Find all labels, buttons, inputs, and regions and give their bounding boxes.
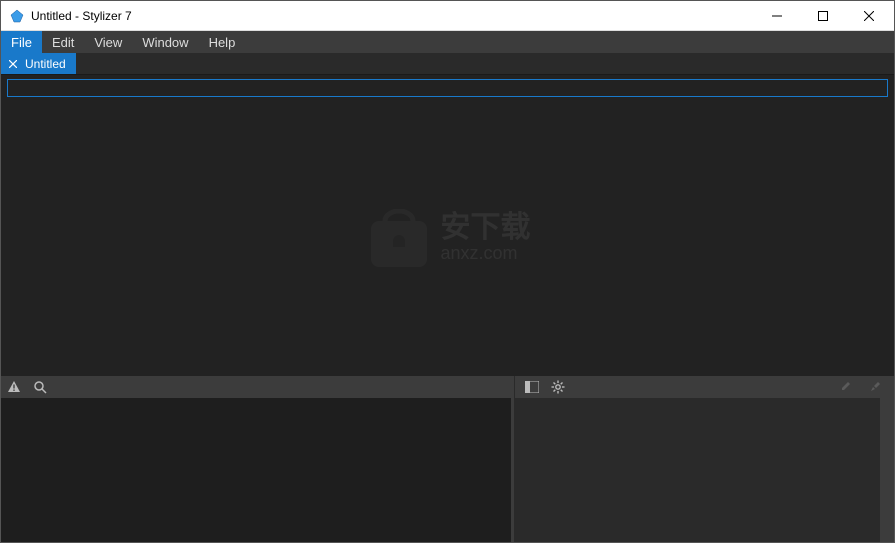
tabbar: Untitled bbox=[1, 53, 894, 75]
eyedropper-icon[interactable] bbox=[832, 376, 858, 398]
window-controls bbox=[754, 1, 892, 31]
close-button[interactable] bbox=[846, 1, 892, 31]
app-window: Untitled - Stylizer 7 File Edit View Win… bbox=[0, 0, 895, 543]
watermark-text: 安下载 bbox=[441, 213, 531, 243]
menubar: File Edit View Window Help bbox=[1, 31, 894, 53]
toolbar-left-group bbox=[1, 376, 53, 398]
panels-container bbox=[1, 398, 894, 542]
window-title: Untitled - Stylizer 7 bbox=[31, 9, 754, 23]
minimize-button[interactable] bbox=[754, 1, 800, 31]
menu-edit[interactable]: Edit bbox=[42, 31, 84, 53]
titlebar: Untitled - Stylizer 7 bbox=[1, 1, 894, 31]
right-panel-content bbox=[514, 398, 880, 542]
selector-input[interactable] bbox=[7, 79, 888, 97]
scrollbar[interactable] bbox=[880, 398, 894, 542]
menu-view[interactable]: View bbox=[84, 31, 132, 53]
toolbar-right-group bbox=[514, 376, 894, 398]
warning-icon[interactable] bbox=[1, 376, 27, 398]
watermark: 安下载 anxz.com bbox=[365, 209, 531, 269]
bag-icon bbox=[365, 209, 433, 269]
menu-window[interactable]: Window bbox=[132, 31, 198, 53]
brush-icon[interactable] bbox=[862, 376, 888, 398]
gear-icon[interactable] bbox=[545, 376, 571, 398]
left-panel bbox=[1, 398, 514, 542]
document-tab[interactable]: Untitled bbox=[1, 53, 76, 74]
panel-toggle-icon[interactable] bbox=[519, 376, 545, 398]
right-panel bbox=[514, 398, 894, 542]
watermark-subtext: anxz.com bbox=[441, 243, 531, 264]
app-icon bbox=[9, 8, 25, 24]
close-tab-icon[interactable] bbox=[7, 58, 19, 70]
bottom-toolbar bbox=[1, 376, 894, 398]
menu-file[interactable]: File bbox=[1, 31, 42, 53]
tab-label: Untitled bbox=[25, 57, 66, 71]
bottom-panels bbox=[1, 376, 894, 542]
search-icon[interactable] bbox=[27, 376, 53, 398]
maximize-button[interactable] bbox=[800, 1, 846, 31]
menu-help[interactable]: Help bbox=[199, 31, 246, 53]
editor-area: 安下载 anxz.com bbox=[1, 101, 894, 376]
selector-input-row bbox=[1, 75, 894, 101]
